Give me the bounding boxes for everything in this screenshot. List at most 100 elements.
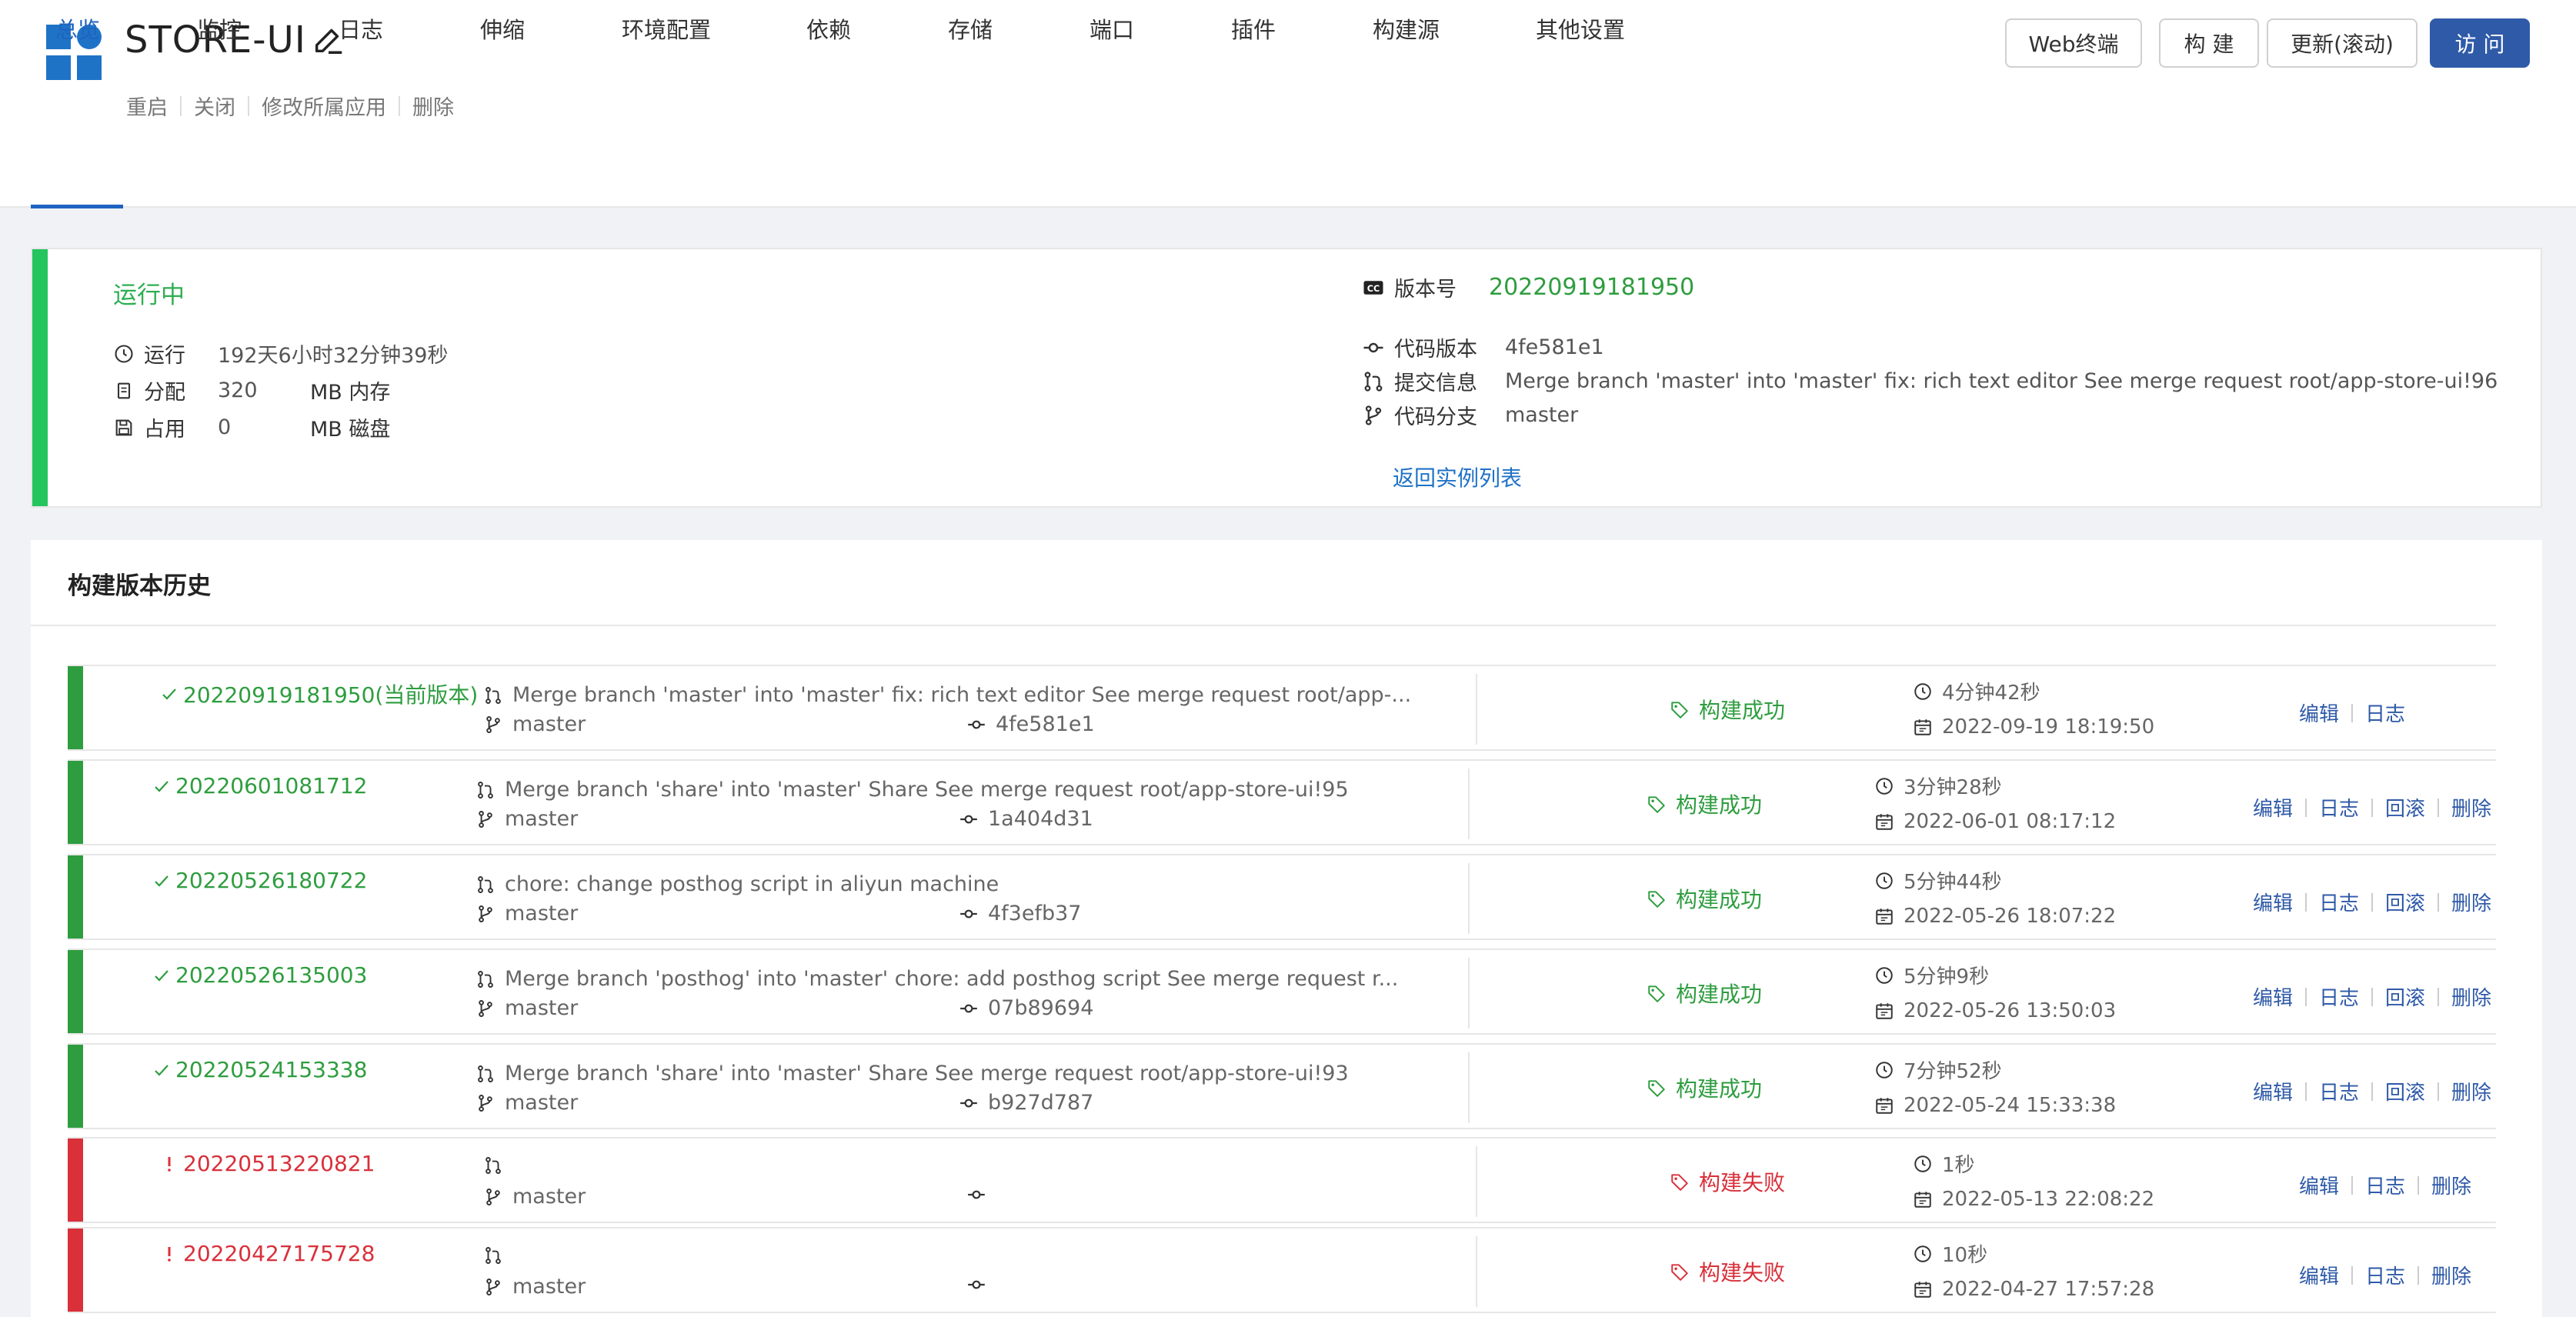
edit-action[interactable]: 编辑 bbox=[2299, 699, 2339, 727]
log-action[interactable]: 日志 bbox=[2365, 1261, 2405, 1289]
commit-message bbox=[483, 1245, 512, 1265]
branch-icon bbox=[486, 1278, 500, 1295]
tab-monitor[interactable]: 监控 bbox=[197, 0, 242, 57]
build-version-label[interactable]: 20220513220821 bbox=[183, 1151, 375, 1176]
clock-icon bbox=[1914, 1245, 1931, 1262]
row-actions: 编辑 日志 删除 bbox=[2299, 1261, 2471, 1289]
change-app-action[interactable]: 修改所属应用 bbox=[262, 91, 386, 121]
active-tab-indicator bbox=[31, 205, 123, 208]
log-action[interactable]: 日志 bbox=[2319, 888, 2359, 916]
commit-message-text: Merge branch 'share' into 'master' Share… bbox=[505, 1062, 1349, 1085]
branch-name: master bbox=[505, 996, 579, 1020]
edit-action[interactable]: 编辑 bbox=[2253, 1077, 2293, 1105]
build-version-label[interactable]: 20220526135003 bbox=[175, 962, 367, 988]
alert-icon bbox=[168, 1246, 171, 1262]
memory-icon bbox=[117, 382, 131, 398]
log-action[interactable]: 日志 bbox=[2319, 793, 2359, 822]
build-state-text: 构建成功 bbox=[1676, 792, 1763, 818]
tab-overview[interactable]: 总览 bbox=[55, 0, 100, 57]
divider bbox=[2305, 798, 2307, 817]
build-version: 20220526135003 bbox=[152, 962, 367, 988]
build-version-label[interactable]: 20220524153338 bbox=[175, 1057, 367, 1082]
tab-plugins[interactable]: 插件 bbox=[1231, 0, 1276, 57]
build-version-label[interactable]: 20220427175728 bbox=[183, 1241, 375, 1266]
rollback-action[interactable]: 回滚 bbox=[2385, 793, 2425, 822]
run-time-row: 运行 192天6小时32分钟39秒 bbox=[113, 338, 448, 368]
build-version: 20220513220821 bbox=[160, 1151, 375, 1176]
tab-dependencies[interactable]: 依赖 bbox=[806, 0, 851, 57]
tab-storage[interactable]: 存储 bbox=[948, 0, 993, 57]
update-rolling-button[interactable]: 更新(滚动) bbox=[2267, 18, 2418, 68]
clock-icon bbox=[1914, 682, 1931, 700]
commit-message-value: Merge branch 'master' into 'master' fix:… bbox=[1505, 369, 2498, 393]
build-version-label[interactable]: 20220601081712 bbox=[175, 773, 367, 799]
check-icon bbox=[155, 875, 169, 887]
log-action[interactable]: 日志 bbox=[2365, 1171, 2405, 1199]
code-version-value: 4fe581e1 bbox=[1505, 335, 1604, 359]
branch-name: master bbox=[512, 712, 586, 736]
commit-icon bbox=[968, 720, 985, 729]
build-button[interactable]: 构 建 bbox=[2159, 18, 2259, 68]
tab-other-settings[interactable]: 其他设置 bbox=[1536, 0, 1625, 57]
commit-icon bbox=[960, 815, 977, 823]
restart-action[interactable]: 重启 bbox=[126, 91, 168, 121]
build-duration-text: 10秒 bbox=[1942, 1244, 1988, 1267]
status-bar bbox=[68, 1229, 83, 1312]
branch: master bbox=[475, 1091, 578, 1115]
commit-hash-text: 4fe581e1 bbox=[996, 712, 1095, 736]
commit-hash-text: b927d787 bbox=[988, 1091, 1094, 1115]
tab-build-source[interactable]: 构建源 bbox=[1373, 0, 1440, 57]
delete-action[interactable]: 删除 bbox=[2451, 1077, 2491, 1105]
row-actions: 编辑 日志 删除 bbox=[2299, 1171, 2471, 1199]
branch: master bbox=[475, 902, 578, 925]
delete-action[interactable]: 删除 bbox=[2451, 982, 2491, 1011]
build-state-text: 构建成功 bbox=[1676, 1076, 1763, 1102]
build-date: 2022-09-19 18:19:50 bbox=[1913, 715, 2154, 739]
log-action[interactable]: 日志 bbox=[2365, 699, 2405, 727]
web-terminal-button[interactable]: Web终端 bbox=[2005, 18, 2142, 68]
divider bbox=[2351, 1265, 2354, 1285]
log-action[interactable]: 日志 bbox=[2319, 1077, 2359, 1105]
tab-env-config[interactable]: 环境配置 bbox=[622, 0, 711, 57]
edit-action[interactable]: 编辑 bbox=[2299, 1171, 2339, 1199]
rollback-action[interactable]: 回滚 bbox=[2385, 982, 2425, 1011]
usage-value: 0 bbox=[218, 415, 232, 439]
build-version-label[interactable]: 20220526180722 bbox=[175, 868, 367, 893]
delete-action[interactable]: 删除 bbox=[2451, 888, 2491, 916]
edit-action[interactable]: 编辑 bbox=[2253, 982, 2293, 1011]
commit-icon bbox=[968, 1190, 985, 1199]
check-icon bbox=[155, 780, 169, 792]
build-version-label[interactable]: 20220919181950(当前版本) bbox=[183, 679, 478, 709]
commit-message-text: Merge branch 'master' into 'master' fix:… bbox=[512, 683, 1412, 707]
tag-icon bbox=[1671, 1174, 1688, 1191]
delete-action[interactable]: 删除 bbox=[2451, 793, 2491, 822]
commit-hash bbox=[966, 1185, 996, 1205]
visit-button[interactable]: 访 问 bbox=[2430, 18, 2530, 68]
delete-action[interactable]: 删除 bbox=[412, 91, 454, 121]
divider bbox=[1476, 1146, 1477, 1217]
edit-action[interactable]: 编辑 bbox=[2253, 888, 2293, 916]
edit-action[interactable]: 编辑 bbox=[2253, 793, 2293, 822]
rollback-action[interactable]: 回滚 bbox=[2385, 888, 2425, 916]
delete-action[interactable]: 删除 bbox=[2431, 1171, 2471, 1199]
build-date-text: 2022-05-26 18:07:22 bbox=[1904, 905, 2117, 928]
commit-message: Merge branch 'posthog' into 'master' cho… bbox=[475, 967, 1398, 991]
rollback-action[interactable]: 回滚 bbox=[2385, 1077, 2425, 1105]
edit-action[interactable]: 编辑 bbox=[2299, 1261, 2339, 1289]
tab-logs[interactable]: 日志 bbox=[339, 0, 383, 57]
delete-action[interactable]: 删除 bbox=[2431, 1261, 2471, 1289]
divider bbox=[1476, 674, 1477, 745]
log-action[interactable]: 日志 bbox=[2319, 982, 2359, 1011]
tab-ports[interactable]: 端口 bbox=[1089, 0, 1134, 57]
tab-scaling[interactable]: 伸缩 bbox=[480, 0, 525, 57]
build-state: 构建成功 bbox=[1647, 978, 1762, 1009]
merge-icon bbox=[486, 1247, 501, 1264]
alloc-value: 320 bbox=[218, 378, 258, 402]
close-action[interactable]: 关闭 bbox=[194, 91, 235, 121]
divider bbox=[2305, 987, 2307, 1006]
branch-row: 代码分支 master bbox=[1362, 400, 1578, 430]
commit-icon bbox=[960, 1099, 977, 1107]
status-bar bbox=[68, 1139, 83, 1222]
back-to-instance-list-link[interactable]: 返回实例列表 bbox=[1393, 462, 1522, 492]
commit-message-text: chore: change posthog script in aliyun m… bbox=[505, 872, 999, 896]
